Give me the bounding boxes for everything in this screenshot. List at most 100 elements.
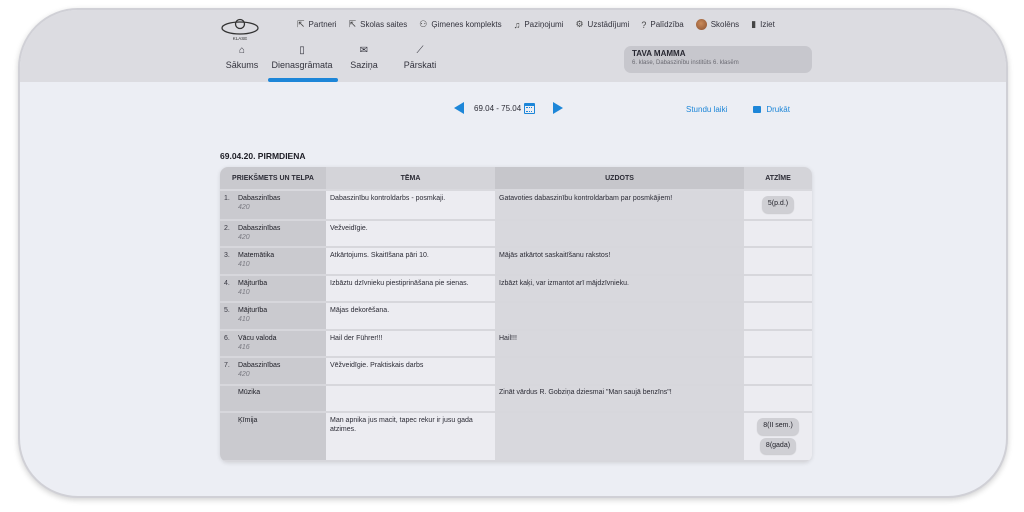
- subject-name[interactable]: Dabaszinības: [238, 225, 280, 234]
- home-icon: ⌂: [238, 45, 246, 56]
- lesson-number: 3.: [224, 252, 230, 260]
- table-row: 6. Vācu valoda 416 Hail der Führer!!! Hail!!…: [220, 329, 812, 359]
- next-week-arrow-icon[interactable]: [553, 102, 564, 114]
- top-link-label: Skolas saites: [360, 20, 408, 29]
- help-icon: ?: [641, 19, 647, 30]
- subject-cell: 2. Dabaszinības 420: [220, 219, 326, 249]
- top-link-6[interactable]: Skolēns: [695, 19, 740, 30]
- grade-cell: 8(II sem.) 8(gada): [744, 411, 812, 463]
- subject-name[interactable]: Mājturība: [238, 280, 267, 289]
- homework-cell: [495, 302, 744, 331]
- top-link-label: Palīdzība: [650, 20, 684, 29]
- subject-name[interactable]: Mājturība: [238, 307, 267, 316]
- print-label: Drukāt: [766, 105, 790, 114]
- table-row: 4. Mājturība 410 Izbāztu dzīvnieku piestipr…: [220, 274, 812, 304]
- week-range: 69.04 - 75.04: [474, 103, 522, 113]
- subject-cell: 1. Dabaszinības 420: [220, 190, 326, 221]
- top-link-label: Paziņojumi: [524, 20, 564, 29]
- homework-cell: [495, 357, 744, 386]
- subject-name[interactable]: Dabaszinības: [238, 195, 280, 204]
- table-row: Ķīmija Man apnika jus macit, tapec rekur …: [220, 411, 812, 463]
- top-link-label: Ģimenes komplekts: [431, 20, 502, 29]
- top-link-3[interactable]: ♫ Paziņojumi: [514, 19, 564, 30]
- lessons-table: PRIEKŠMETS UN TELPA TĒMA UZDOTS ATZĪME 1…: [220, 167, 812, 463]
- nav-tab-label: Dienasgrāmata: [271, 60, 333, 70]
- subject-name[interactable]: Dabaszinības: [238, 362, 280, 371]
- diary-icon: ▯: [299, 45, 305, 56]
- room-number: 410: [238, 316, 250, 323]
- top-link-7[interactable]: ▮ Iziet: [751, 19, 775, 30]
- grade-cell: [744, 302, 812, 331]
- subject-cell: Ķīmija: [220, 411, 326, 463]
- chart-icon: ⟋: [416, 45, 424, 56]
- family-icon: ⚇: [419, 19, 428, 29]
- subject-cell: 4. Mājturība 410: [220, 274, 326, 304]
- topic-cell: Dabaszinību kontroldarbs - posmkaji.: [326, 190, 495, 221]
- top-link-label: Partneri: [308, 20, 337, 29]
- day-title: 69.04.20. PIRMDIENA: [220, 151, 306, 161]
- grade-badge[interactable]: 8(II sem.): [757, 417, 799, 435]
- homework-cell: Gatavoties dabaszinību kontroldarbam par…: [495, 190, 744, 221]
- grade-cell: [744, 384, 812, 413]
- lesson-number: [224, 389, 238, 398]
- grade-badge[interactable]: 8(gada): [759, 437, 797, 455]
- room-number: 416: [238, 343, 250, 351]
- grade-badge[interactable]: 5(p.d.): [761, 196, 795, 213]
- subject-name[interactable]: Vācu valoda: [238, 335, 277, 344]
- subject-name[interactable]: Matemātika: [238, 252, 274, 261]
- calendar-icon[interactable]: [524, 102, 536, 114]
- nav-tab-2[interactable]: ✉ Saziņa: [336, 44, 392, 82]
- app-window: KLASE ⇱ Partneri ⇱ Skolas saites ⚇ Ģimenes ko…: [18, 8, 1008, 498]
- print-button[interactable]: Drukāt: [753, 105, 790, 114]
- table-row: 7. Dabaszinības 420 Vēžveidīgie. Praktiskai…: [220, 357, 812, 386]
- subject-name[interactable]: Ķīmija: [238, 417, 257, 426]
- topic-cell: Man apnika jus macit, tapec rekur ir jus…: [326, 411, 495, 463]
- main-nav: ⌂ Sākums ▯ Dienasgrāmata ✉ Saziņa ⟋ Pārskati: [216, 44, 448, 82]
- external-link-icon: ⇱: [348, 19, 357, 29]
- subject-cell: 7. Dabaszinības 420: [220, 357, 326, 386]
- gear-icon: ⚙: [575, 19, 584, 29]
- external-link-icon: ⇱: [297, 19, 305, 29]
- room-number: 420: [238, 233, 250, 241]
- homework-cell: [495, 411, 744, 463]
- topic-cell: Vēžveidīgie. Praktiskais darbs: [326, 357, 495, 386]
- table-header-row: PRIEKŠMETS UN TELPA TĒMA UZDOTS ATZĪME: [220, 167, 812, 191]
- prev-week-arrow-icon[interactable]: [454, 102, 464, 114]
- top-link-0[interactable]: ⇱ Partneri: [297, 19, 337, 30]
- lesson-number: 7.: [224, 362, 230, 370]
- printer-icon: [753, 106, 762, 113]
- top-link-2[interactable]: ⚇ Ģimenes komplekts: [419, 19, 501, 30]
- nav-tab-3[interactable]: ⟋ Pārskati: [392, 44, 448, 82]
- header-subject: PRIEKŠMETS UN TELPA: [220, 167, 326, 191]
- table-row: 1. Dabaszinības 420 Dabaszinību kontroldarb…: [220, 190, 812, 221]
- top-link-1[interactable]: ⇱ Skolas saites: [349, 19, 408, 30]
- top-link-label: Uzstādījumi: [587, 20, 630, 29]
- top-link-5[interactable]: ? Palīdzība: [641, 19, 683, 30]
- topic-cell: Atkārtojums. Skaitīšana pāri 10.: [326, 247, 495, 276]
- table-row: 5. Mājturība 410 Mājas dekorēšana.: [220, 302, 812, 331]
- top-link-4[interactable]: ⚙ Uzstādījumi: [575, 19, 629, 30]
- table-row: 3. Matemātika 410 Atkārtojums. Skaitīšana p…: [220, 247, 812, 276]
- lesson-number: [224, 417, 238, 426]
- lesson-number: 5.: [224, 307, 230, 315]
- homework-cell: Izbāzt kaķi, var izmantot arī mājdzīvnie…: [495, 274, 744, 304]
- bell-icon: ♫: [513, 19, 521, 30]
- nav-tab-0[interactable]: ⌂ Sākums: [216, 44, 268, 82]
- subject-name[interactable]: Mūzika: [238, 389, 260, 398]
- top-bar: KLASE ⇱ Partneri ⇱ Skolas saites ⚇ Ģimenes ko…: [20, 10, 1006, 82]
- klase-logo[interactable]: KLASE: [218, 16, 262, 42]
- nav-tab-1[interactable]: ▯ Dienasgrāmata: [268, 44, 338, 82]
- user-box[interactable]: TAVA MAMMA 6. klase, Dabaszinību institū…: [624, 46, 812, 73]
- avatar: [695, 19, 707, 30]
- topic-cell: Vežveidīgie.: [326, 219, 495, 249]
- week-navigator: 69.04 - 75.04: [454, 102, 564, 114]
- top-link-label: Skolēns: [710, 20, 740, 29]
- homework-cell: [495, 219, 744, 249]
- logout-icon: ▮: [751, 19, 757, 29]
- mail-icon: ✉: [359, 45, 369, 56]
- user-subtitle: 6. klase, Dabaszinību institūts 6. klasē…: [632, 60, 739, 66]
- subject-cell: 6. Vācu valoda 416: [220, 329, 326, 359]
- grade-cell: [744, 329, 812, 359]
- lesson-number: 4.: [224, 279, 230, 287]
- schedule-link[interactable]: Stundu laiki: [686, 105, 727, 114]
